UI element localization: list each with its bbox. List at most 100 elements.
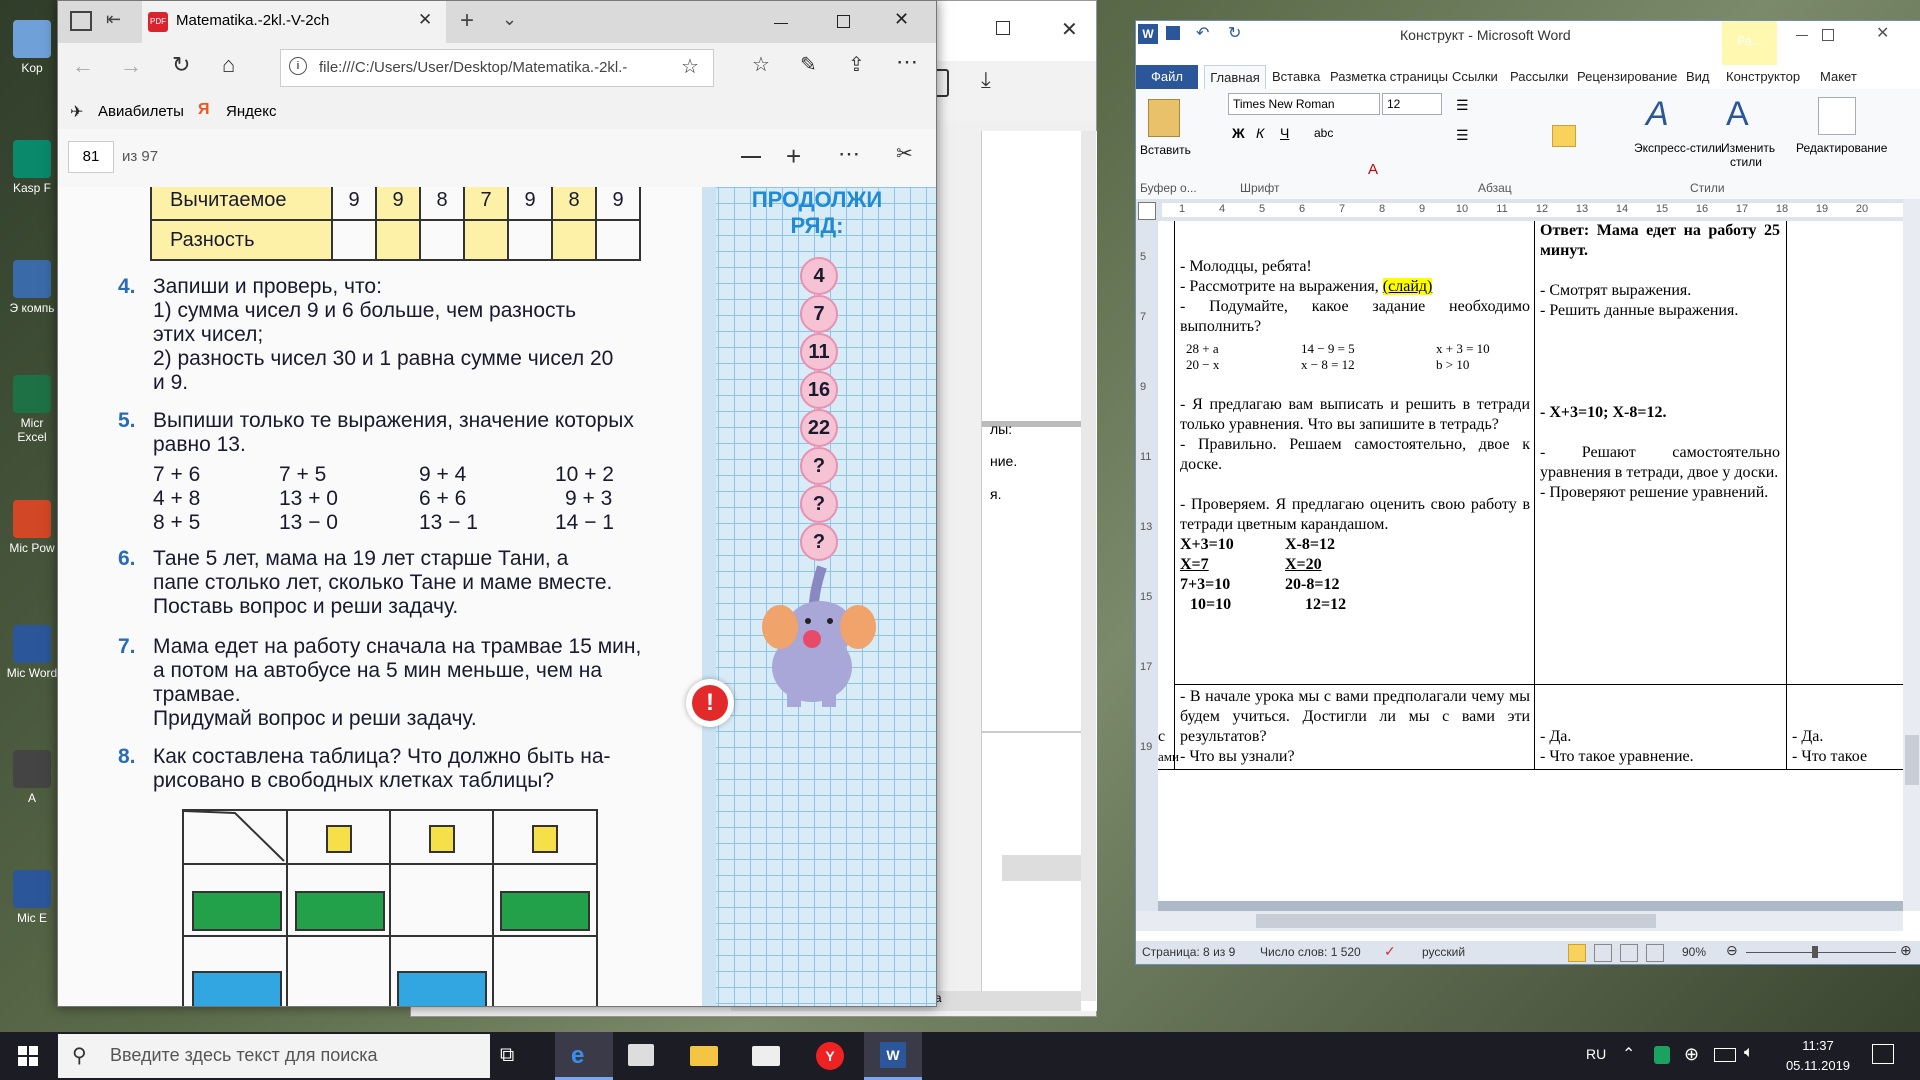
language-indicator[interactable]: RU — [1586, 1046, 1606, 1062]
tab-mailings[interactable]: Рассылки — [1510, 69, 1568, 84]
close-icon[interactable]: ✕ — [1876, 23, 1889, 43]
print-layout-icon[interactable] — [1568, 944, 1586, 962]
desktop-icon-edge[interactable]: Mic E — [6, 870, 58, 925]
tab-selector-icon[interactable] — [1138, 202, 1156, 220]
scrollbar[interactable] — [1081, 131, 1096, 1001]
paste-icon[interactable] — [1148, 99, 1180, 137]
zoom-slider-thumb[interactable] — [1812, 946, 1818, 958]
bullets-icon[interactable]: ☰ — [1456, 97, 1469, 114]
tab-file[interactable]: Файл — [1136, 65, 1198, 89]
tab-home[interactable]: Главная — [1204, 65, 1266, 90]
minimize-icon[interactable] — [774, 23, 788, 24]
change-styles-icon[interactable]: A — [1726, 95, 1749, 134]
forward-icon[interactable]: → — [120, 53, 142, 79]
tab-pdf[interactable]: PDF Matematika.-2kl.-V-2ch ✕ — [142, 1, 446, 43]
clock[interactable]: 11:37 05.11.2019 — [1778, 1036, 1858, 1076]
desktop-icon-a[interactable]: A — [6, 750, 58, 805]
zoom-slider[interactable] — [1746, 952, 1896, 953]
taskbar-edge[interactable]: e — [555, 1032, 613, 1080]
outline-icon[interactable] — [1646, 944, 1664, 962]
chevron-down-icon[interactable]: ⌄ — [502, 9, 517, 30]
taskbar-word[interactable]: W — [864, 1032, 922, 1080]
favorite-link[interactable]: Яндекс — [226, 103, 276, 120]
scroll-thumb[interactable] — [1256, 914, 1656, 928]
scroll-thumb[interactable] — [1905, 735, 1919, 785]
status-language[interactable]: русский — [1422, 945, 1465, 959]
strikethrough-icon[interactable]: abc — [1314, 126, 1333, 140]
store-icon[interactable] — [628, 1044, 654, 1066]
justify-icon[interactable] — [1552, 125, 1576, 147]
redo-icon[interactable]: ↻ — [1228, 23, 1241, 43]
desktop-icon-computer[interactable]: Kop — [6, 20, 58, 75]
download-icon[interactable]: ⤓ — [981, 67, 991, 93]
undo-icon[interactable]: ↶ — [1196, 23, 1209, 43]
back-icon[interactable]: ← — [72, 53, 94, 79]
tab-design[interactable]: Конструктор — [1726, 69, 1800, 84]
info-icon[interactable]: i — [289, 57, 307, 75]
star-icon[interactable]: ☆ — [681, 54, 699, 79]
express-styles-label[interactable]: Экспресс-стили — [1634, 141, 1722, 155]
tabs-aside-icon[interactable] — [70, 11, 92, 31]
close-icon[interactable]: ✕ — [894, 9, 909, 30]
zoom-in-icon[interactable]: + — [786, 141, 801, 172]
underline-icon[interactable]: Ч — [1280, 125, 1289, 141]
refresh-icon[interactable]: ↻ — [172, 52, 190, 78]
task-view-icon[interactable]: ⧉ — [500, 1044, 514, 1067]
find-icon[interactable] — [1818, 97, 1856, 135]
tab-references[interactable]: Ссылки — [1452, 69, 1498, 84]
start-button[interactable] — [18, 1046, 38, 1066]
save-icon[interactable] — [1166, 26, 1180, 40]
share-icon[interactable]: ⇪ — [848, 52, 865, 77]
more-icon[interactable]: ⋯ — [896, 49, 918, 75]
font-name-select[interactable]: Times New Roman — [1228, 93, 1380, 115]
editing-label[interactable]: Редактирование — [1796, 141, 1887, 155]
italic-icon[interactable]: К — [1256, 125, 1264, 141]
font-color-icon[interactable]: A — [1368, 161, 1378, 178]
align-left-icon[interactable]: ☰ — [1456, 127, 1469, 144]
zoom-level[interactable]: 90% — [1682, 945, 1706, 959]
tab-table-layout[interactable]: Макет — [1820, 69, 1857, 84]
tab-layout[interactable]: Разметка страницы — [1330, 69, 1448, 84]
yandex-browser-icon[interactable]: Y — [816, 1042, 844, 1070]
proofing-icon[interactable]: ✓ — [1384, 943, 1396, 960]
maximize-icon[interactable] — [996, 21, 1010, 35]
horizontal-scrollbar[interactable] — [1136, 911, 1903, 931]
shield-icon[interactable] — [1654, 1046, 1670, 1064]
bold-icon[interactable]: Ж — [1232, 125, 1245, 141]
web-layout-icon[interactable] — [1620, 944, 1638, 962]
mail-icon[interactable] — [752, 1046, 780, 1066]
zoom-out-icon[interactable] — [741, 156, 761, 158]
globe-icon[interactable]: ⊕ — [1684, 1044, 1699, 1065]
close-icon[interactable]: ✕ — [1061, 17, 1078, 42]
page-number-input[interactable]: 81 — [68, 141, 114, 173]
battery-icon[interactable] — [1714, 1048, 1736, 1062]
express-styles-icon[interactable]: A — [1646, 95, 1669, 134]
url-input[interactable]: i file:///C:/Users/User/Desktop/Matemati… — [280, 49, 714, 87]
favorite-link[interactable]: Авиабилеты — [98, 103, 184, 120]
desktop-icon-e[interactable]: Э компь — [6, 260, 58, 315]
taskbar-search-input[interactable]: ⚲ Введите здесь текст для поиска — [58, 1034, 490, 1078]
more-icon[interactable]: ⋯ — [838, 141, 860, 167]
favorites-icon[interactable]: ☆ — [752, 52, 770, 77]
minimize-icon[interactable] — [1796, 35, 1808, 36]
tab-close-icon[interactable]: ✕ — [418, 10, 432, 30]
desktop-icon-excel[interactable]: Micr Excel — [6, 375, 58, 444]
paste-label[interactable]: Вставить — [1140, 143, 1191, 157]
share-icons[interactable] — [1002, 855, 1082, 881]
tab-insert[interactable]: Вставка — [1272, 69, 1320, 84]
vertical-scrollbar[interactable] — [1903, 199, 1920, 911]
tab-review[interactable]: Рецензирование — [1577, 69, 1677, 84]
status-page[interactable]: Страница: 8 из 9 — [1142, 945, 1235, 959]
maximize-icon[interactable] — [837, 15, 850, 28]
pen-icon[interactable]: ✎ — [800, 52, 817, 77]
notifications-icon[interactable] — [1872, 1044, 1894, 1064]
change-styles-label[interactable]: Изменить стили — [1721, 141, 1775, 169]
desktop-icon-word[interactable]: Mic Word — [6, 625, 58, 680]
home-icon[interactable]: ⌂ — [222, 52, 235, 78]
tab-view[interactable]: Вид — [1686, 69, 1710, 84]
font-size-select[interactable]: 12 — [1382, 93, 1442, 115]
back-tabs-icon[interactable]: ⇤ — [106, 9, 121, 30]
desktop-icon-powerpoint[interactable]: Mic Pow — [6, 500, 58, 555]
pin-icon[interactable]: ✂ — [896, 141, 913, 166]
volume-icon[interactable]: 🔈︎ — [1744, 1044, 1754, 1062]
